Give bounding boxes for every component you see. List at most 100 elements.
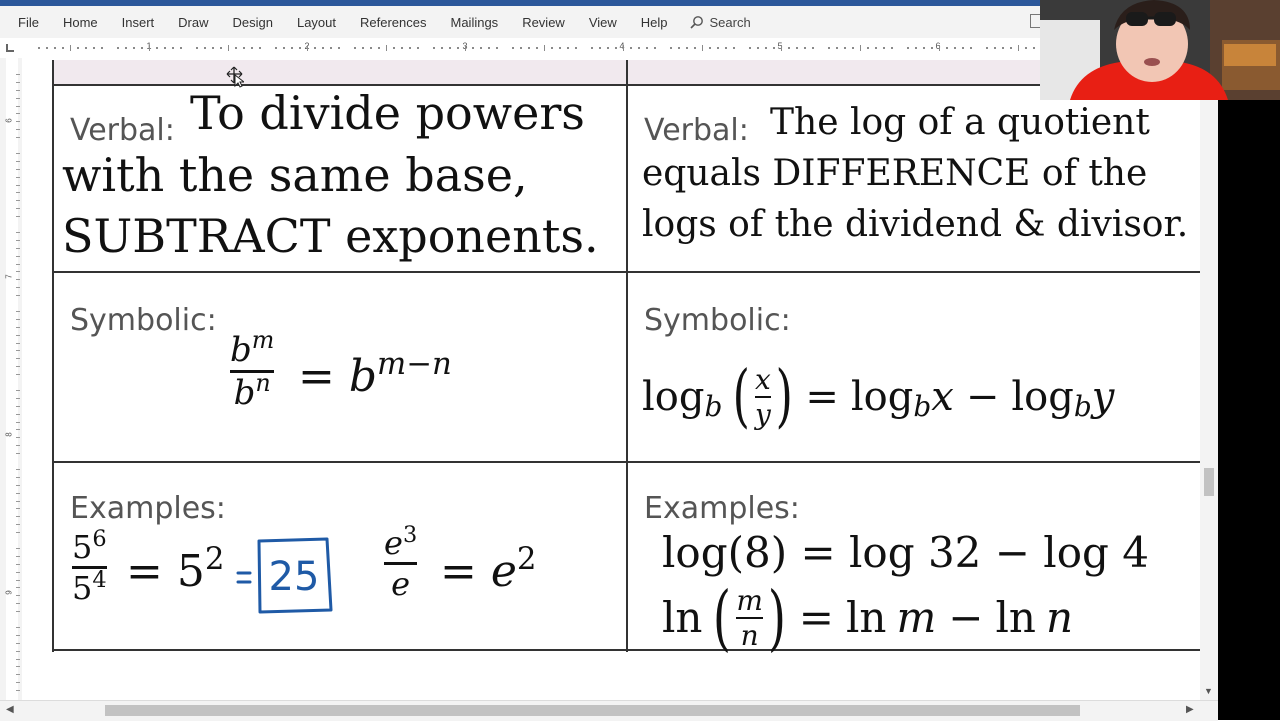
ruler-tick (259, 47, 262, 49)
vertical-ruler-bar: 6 7 8 9 (4, 58, 20, 700)
ruler-tick (16, 168, 20, 170)
ruler-tick (274, 47, 277, 49)
ruler-tick (16, 81, 20, 83)
ruler-tick (559, 47, 562, 49)
ruler-tick (16, 255, 20, 257)
ruler-tick (748, 47, 751, 49)
tab-review[interactable]: Review (510, 15, 577, 30)
tab-insert[interactable]: Insert (110, 15, 167, 30)
tab-mailings[interactable]: Mailings (439, 15, 511, 30)
right-examples-label: Examples: (644, 491, 800, 526)
ruler-tick (235, 47, 238, 49)
ruler-tick (282, 47, 285, 49)
right-example2: ln ( m n ) = ln m − ln n (662, 576, 1074, 659)
ruler-tick (938, 45, 940, 51)
ruler-tick (1001, 47, 1004, 49)
ruler-tick (116, 47, 119, 49)
search-box[interactable]: Search (680, 15, 751, 30)
ruler-tick (16, 421, 20, 423)
ruler-tick (914, 47, 917, 49)
ruler-tick (195, 47, 198, 49)
ruler-tick (16, 476, 20, 478)
ruler-tick (16, 113, 20, 115)
ruler-tick (851, 47, 854, 49)
left-verbal-line: with the same base, (62, 148, 528, 202)
ruler-tick (53, 47, 56, 49)
ruler-tick (172, 47, 175, 49)
ruler-tick (16, 587, 20, 589)
ruler-tick (16, 682, 20, 684)
ruler-tick (16, 595, 20, 597)
ruler-tick (16, 105, 20, 107)
ruler-number: 8 (4, 432, 14, 437)
tab-view[interactable]: View (577, 15, 629, 30)
ruler-tick (290, 47, 293, 49)
handwritten-answer-value: 25 (269, 554, 320, 600)
scroll-right-arrow-icon[interactable]: ▶ (1186, 704, 1194, 715)
ruler-tick (835, 47, 838, 49)
ruler-tick (16, 516, 20, 518)
ruler-tick (306, 45, 308, 51)
ruler-tick (219, 47, 222, 49)
ruler-tick (440, 47, 443, 49)
ruler-tick (464, 45, 466, 51)
right-example1: log(8) = log 32 − log 4 (662, 528, 1149, 577)
ruler-tick (16, 200, 20, 202)
scroll-down-arrow-icon[interactable]: ▼ (1204, 686, 1213, 696)
tab-layout[interactable]: Layout (285, 15, 348, 30)
ruler-tick (16, 571, 20, 573)
ruler-tick (867, 47, 870, 49)
ruler-tick (156, 47, 159, 49)
webcam-overlay (1040, 0, 1280, 100)
ruler-tick (788, 47, 791, 49)
right-symbolic-fraction: x y (754, 363, 771, 431)
ruler-tick (16, 555, 20, 557)
ruler-tick (148, 45, 150, 51)
ruler-tick (1025, 47, 1028, 49)
ruler-tick (567, 47, 570, 49)
tab-references[interactable]: References (348, 15, 438, 30)
ruler-tick (417, 47, 420, 49)
ruler-tick (16, 239, 20, 241)
ruler-tick (646, 47, 649, 49)
ruler-tick (338, 47, 341, 49)
ruler-tick (606, 47, 609, 49)
ruler-tick (16, 611, 20, 613)
right-symbolic-label: Symbolic: (644, 303, 791, 338)
ruler-tick (16, 445, 20, 447)
ruler-tick (709, 47, 712, 49)
tab-home[interactable]: Home (51, 15, 110, 30)
ruler-tick (37, 47, 40, 49)
left-symbolic-rhs: = bm−n (298, 346, 452, 402)
scroll-left-arrow-icon[interactable]: ◀ (6, 704, 14, 715)
ruler-tick (16, 658, 20, 660)
document-page[interactable]: Verbal: To divide powers with the same b… (22, 58, 1200, 700)
left-example1-fraction: 56 54 (72, 526, 107, 607)
denominator: 54 (72, 566, 107, 607)
ruler-tick (883, 47, 886, 49)
tab-design[interactable]: Design (221, 15, 285, 30)
ruler-tick (875, 47, 878, 49)
left-example2-fraction: e3 e (384, 522, 418, 603)
ruler-tick (701, 45, 703, 51)
ruler-tick (124, 47, 127, 49)
ruler-tick (614, 47, 617, 49)
horizontal-scrollbar-thumb[interactable] (105, 705, 1080, 716)
horizontal-scrollbar[interactable]: ◀ ▶ (0, 700, 1218, 721)
tab-help[interactable]: Help (629, 15, 680, 30)
vertical-scrollbar[interactable]: ▼ (1200, 58, 1218, 700)
ruler-tick (16, 429, 20, 431)
ruler-bar[interactable]: 1 2 3 4 5 6 (22, 40, 1052, 55)
ruler-tick (432, 47, 435, 49)
tab-draw[interactable]: Draw (166, 15, 220, 30)
tab-file[interactable]: File (0, 15, 51, 30)
ruler-tick (16, 366, 20, 368)
denominator: bn (233, 368, 271, 413)
vertical-scrollbar-thumb[interactable] (1204, 468, 1214, 496)
ruler-tick (393, 47, 396, 49)
ruler-tick (906, 47, 909, 49)
right-verbal-line: The log of a quotient (770, 102, 1150, 143)
left-symbolic-label: Symbolic: (70, 303, 217, 338)
tab-selector-icon[interactable] (6, 44, 14, 52)
ruler-tick (16, 263, 20, 265)
